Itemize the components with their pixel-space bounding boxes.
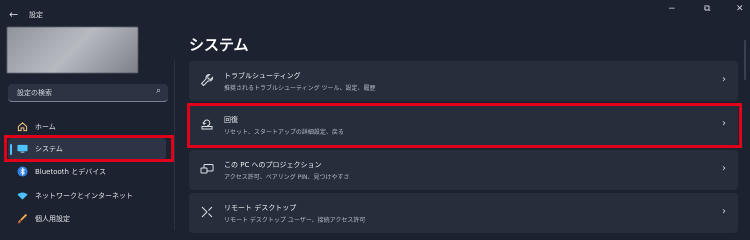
card-title: トラブルシューティング bbox=[224, 72, 301, 80]
remote-desktop-card[interactable]: リモート デスクトップ リモート デスクトップ ユーザー、接続アクセス許可 › bbox=[189, 193, 738, 233]
window-title: 設定 bbox=[29, 11, 43, 19]
card-subtitle: 推奨されるトラブルシューティング ツール、設定、履歴 bbox=[224, 85, 376, 92]
card-title: この PC へのプロジェクション bbox=[224, 161, 322, 169]
sidebar-item-network[interactable]: ネットワークとインターネット bbox=[8, 185, 166, 207]
account-avatar[interactable] bbox=[7, 27, 138, 73]
close-icon[interactable]: ✕ bbox=[736, 4, 744, 14]
search-icon[interactable]: ⌕ bbox=[156, 86, 161, 96]
chevron-right-icon: › bbox=[722, 163, 726, 174]
main-scrollbar[interactable] bbox=[744, 40, 746, 80]
card-subtitle: リモート デスクトップ ユーザー、接続アクセス許可 bbox=[224, 217, 366, 224]
sidebar-item-label: 個人用設定 bbox=[35, 215, 70, 223]
chevron-right-icon: › bbox=[722, 74, 726, 85]
sidebar-item-label: ホーム bbox=[35, 123, 56, 131]
recovery-highlight-box bbox=[187, 103, 742, 148]
home-icon bbox=[17, 122, 28, 132]
search-placeholder: 設定の検索 bbox=[17, 89, 52, 97]
title-bar: ← 設定 − ⧉ ✕ bbox=[0, 0, 750, 30]
back-arrow-icon[interactable]: ← bbox=[9, 8, 18, 21]
search-input[interactable]: 設定の検索 ⌕ bbox=[8, 84, 168, 102]
chevron-right-icon: › bbox=[722, 206, 726, 217]
page-title: システム bbox=[189, 36, 249, 54]
wrench-icon bbox=[200, 74, 213, 87]
card-subtitle: アクセス許可、ペアリング PIN、見つけやすさ bbox=[224, 174, 350, 181]
troubleshoot-card[interactable]: トラブルシューティング 推奨されるトラブルシューティング ツール、設定、履歴 › bbox=[189, 61, 738, 101]
sidebar-item-label: ネットワークとインターネット bbox=[35, 192, 133, 200]
remote-desktop-icon bbox=[201, 206, 213, 218]
sidebar-divider bbox=[174, 60, 175, 230]
sidebar-item-bluetooth[interactable]: Bluetooth とデバイス bbox=[8, 161, 166, 183]
wifi-icon bbox=[17, 192, 28, 200]
sidebar-item-label: Bluetooth とデバイス bbox=[35, 168, 106, 176]
card-title: リモート デスクトップ bbox=[224, 204, 297, 212]
system-highlight-box bbox=[4, 135, 174, 162]
brush-icon bbox=[17, 213, 28, 224]
restore-icon[interactable]: ⧉ bbox=[704, 4, 710, 14]
sidebar-item-personalization[interactable]: 個人用設定 bbox=[8, 208, 166, 230]
minimize-icon[interactable]: − bbox=[668, 4, 676, 14]
projection-icon bbox=[200, 164, 214, 174]
projection-card[interactable]: この PC へのプロジェクション アクセス許可、ペアリング PIN、見つけやすさ… bbox=[189, 150, 738, 190]
bluetooth-icon bbox=[17, 166, 28, 177]
